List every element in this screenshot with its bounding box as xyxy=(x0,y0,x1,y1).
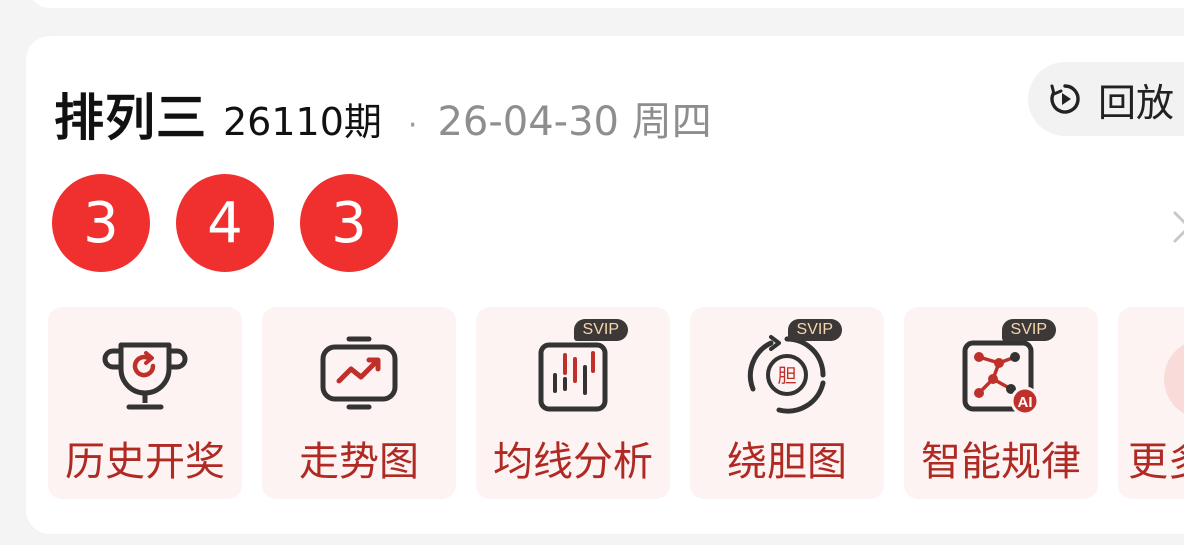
tool-label: 历史开奖 xyxy=(65,439,225,485)
replay-icon xyxy=(1050,84,1080,114)
number-ball: 3 xyxy=(52,174,150,272)
replay-label: 回放 xyxy=(1098,80,1175,125)
cycle-dan-icon: 胆 xyxy=(747,335,826,414)
tool-label: 更多 xyxy=(1128,439,1184,485)
tool-dan-cycle[interactable]: 胆 SVIP 绕胆图 xyxy=(690,307,884,499)
tool-grid: 历史开奖 走势图 SVIP 均线分析 胆 SVIP 绕胆图 AI SVIP 智能… xyxy=(48,307,1184,499)
tool-history-draws[interactable]: 历史开奖 xyxy=(48,307,242,499)
dan-glyph: 胆 xyxy=(777,365,796,387)
more-icon xyxy=(1164,339,1184,419)
tool-trend-chart[interactable]: 走势图 xyxy=(262,307,456,499)
ai-glyph: AI xyxy=(1018,394,1033,411)
tool-label: 绕胆图 xyxy=(727,439,847,485)
candlestick-icon xyxy=(538,342,608,412)
lottery-name: 排列三 xyxy=(54,89,207,147)
previous-card-edge xyxy=(28,0,1184,8)
tool-more[interactable]: 更多 xyxy=(1118,307,1184,499)
tool-moving-average[interactable]: SVIP 均线分析 xyxy=(476,307,670,499)
draw-header: 排列三 26110期 · 26-04-30 周四 xyxy=(54,78,712,147)
winning-numbers: 3 4 3 xyxy=(52,174,424,272)
svip-badge: SVIP xyxy=(1001,319,1056,341)
lottery-result-card[interactable]: 排列三 26110期 · 26-04-30 周四 回放 3 4 3 历史开奖 走… xyxy=(26,36,1184,534)
ai-dice-icon: AI xyxy=(962,340,1040,416)
chevron-right-icon[interactable] xyxy=(1172,210,1184,244)
trend-chart-icon xyxy=(320,336,398,410)
svip-badge: SVIP xyxy=(573,319,628,341)
replay-button[interactable]: 回放 xyxy=(1028,62,1184,136)
tool-label: 均线分析 xyxy=(493,439,653,485)
issue-number: 26110期 xyxy=(223,100,382,144)
draw-date: 26-04-30 周四 xyxy=(437,99,712,145)
number-ball: 3 xyxy=(300,174,398,272)
tool-label: 智能规律 xyxy=(921,439,1081,485)
tool-smart-pattern[interactable]: AI SVIP 智能规律 xyxy=(904,307,1098,499)
tool-label: 走势图 xyxy=(299,439,419,485)
number-ball: 4 xyxy=(176,174,274,272)
trophy-icon xyxy=(102,342,188,410)
separator-dot: · xyxy=(407,108,418,143)
svip-badge: SVIP xyxy=(787,319,842,341)
